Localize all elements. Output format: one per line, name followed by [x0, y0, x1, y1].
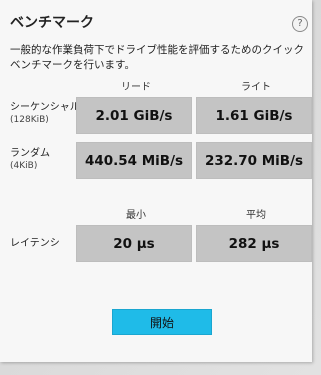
latency-min-value: 20 µs [76, 225, 192, 262]
row-label-random-block: (4KiB) [10, 161, 38, 171]
row-label-sequential-block: (128KiB) [10, 115, 49, 125]
random-read-value: 440.54 MiB/s [76, 142, 192, 179]
latency-avg-value: 282 µs [196, 225, 312, 262]
sequential-write-value: 1.61 GiB/s [196, 97, 312, 134]
start-button[interactable]: 開始 [112, 309, 212, 335]
row-label-random-text: ランダム [10, 148, 50, 159]
column-header-min: 最小 [126, 210, 146, 221]
help-icon[interactable]: ? [292, 16, 308, 32]
random-write-value: 232.70 MiB/s [196, 142, 312, 179]
sequential-read-value: 2.01 GiB/s [76, 97, 192, 134]
benchmark-dialog: ベンチマーク ? 一般的な作業負荷下でドライブ性能を評価するためのクイックベンチ… [0, 0, 312, 362]
row-label-random: ランダム (4KiB) [10, 147, 50, 173]
column-header-write: ライト [241, 82, 271, 93]
row-label-latency: レイテンシ [10, 238, 60, 249]
dialog-title: ベンチマーク [10, 15, 94, 31]
dialog-description: 一般的な作業負荷下でドライブ性能を評価するためのクイックベンチマークを行います。 [10, 44, 304, 71]
column-header-avg: 平均 [246, 210, 266, 221]
row-label-sequential-text: シーケンシャル [10, 102, 80, 113]
column-header-read: リード [121, 82, 151, 93]
row-label-sequential: シーケンシャル (128KiB) [10, 101, 80, 127]
